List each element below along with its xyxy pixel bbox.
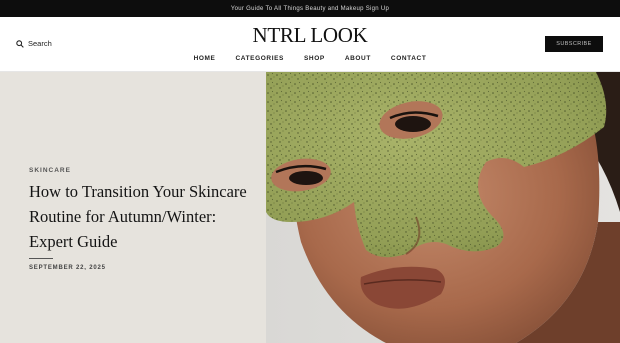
site-header: Search NTRL LOOK HOME CATEGORIES SHOP AB…	[0, 17, 620, 72]
featured-hero: SKINCARE How to Transition Your Skincare…	[0, 72, 620, 343]
site-logo[interactable]: NTRL LOOK	[0, 23, 620, 48]
nav-home[interactable]: HOME	[194, 55, 216, 62]
announcement-text[interactable]: Your Guide To All Things Beauty and Make…	[231, 6, 389, 12]
post-date: SEPTEMBER 22, 2025	[29, 265, 106, 271]
hero-image[interactable]	[266, 72, 620, 343]
nav-about[interactable]: ABOUT	[345, 55, 371, 62]
post-category[interactable]: SKINCARE	[29, 167, 71, 174]
announcement-bar[interactable]: Your Guide To All Things Beauty and Make…	[0, 0, 620, 17]
hero-text-panel: SKINCARE How to Transition Your Skincare…	[0, 72, 266, 343]
main-nav: HOME CATEGORIES SHOP ABOUT CONTACT	[0, 55, 620, 62]
nav-categories[interactable]: CATEGORIES	[235, 55, 284, 62]
face-mask-illustration	[266, 72, 620, 343]
post-title[interactable]: How to Transition Your Skincare Routine …	[29, 179, 261, 254]
nav-shop[interactable]: SHOP	[304, 55, 325, 62]
nav-contact[interactable]: CONTACT	[391, 55, 427, 62]
title-divider	[29, 258, 53, 259]
subscribe-button[interactable]: SUBSCRIBE	[545, 36, 603, 52]
